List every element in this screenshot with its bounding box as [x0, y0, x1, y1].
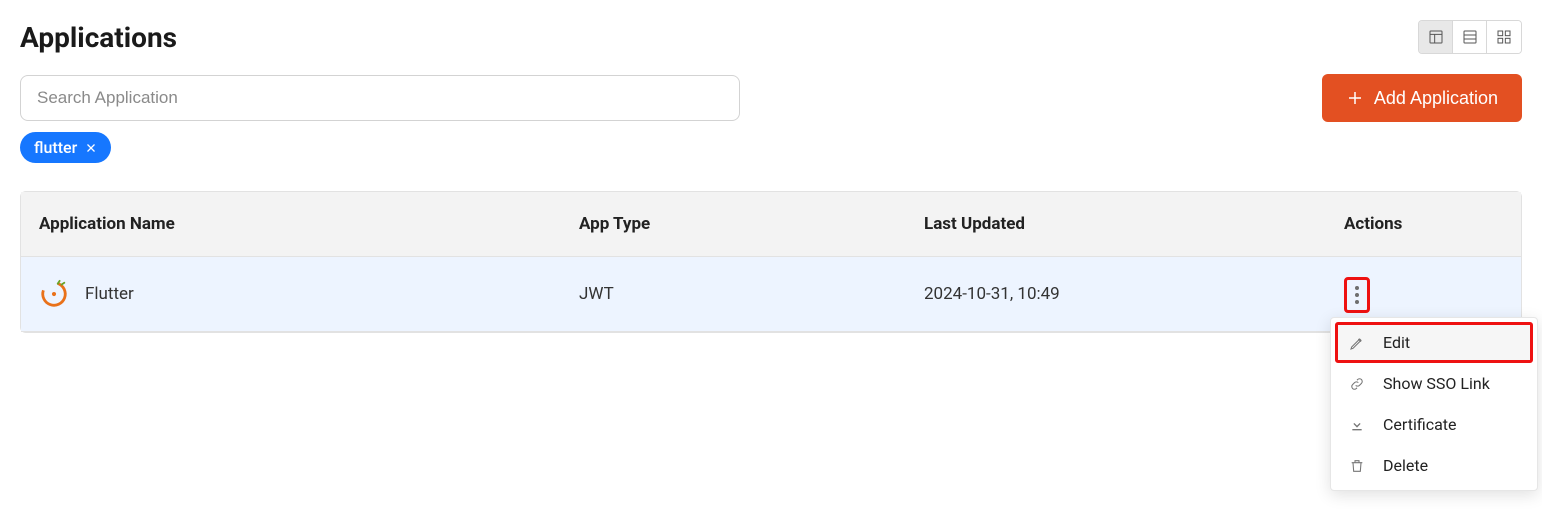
menu-item-certificate[interactable]: Certificate	[1335, 404, 1533, 445]
layout-column-icon	[1428, 29, 1444, 45]
view-grid-button[interactable]	[1487, 21, 1521, 53]
applications-table: Application Name App Type Last Updated A…	[20, 191, 1522, 333]
view-toggle-group	[1418, 20, 1522, 54]
link-icon	[1349, 376, 1365, 392]
trash-icon	[1349, 458, 1365, 474]
col-header-name: Application Name	[21, 192, 561, 257]
menu-item-label: Edit	[1383, 333, 1410, 352]
add-application-button[interactable]: Add Application	[1322, 74, 1522, 122]
plus-icon	[1346, 89, 1364, 107]
col-header-type: App Type	[561, 192, 906, 257]
filter-chip-label: flutter	[34, 138, 77, 157]
view-list-button[interactable]	[1453, 21, 1487, 53]
app-icon	[39, 279, 69, 309]
download-icon	[1349, 417, 1365, 433]
remove-chip-button[interactable]	[85, 142, 97, 154]
filter-chip: flutter	[20, 132, 111, 163]
pencil-icon	[1349, 335, 1365, 351]
menu-item-label: Certificate	[1383, 415, 1457, 434]
menu-item-label: Show SSO Link	[1383, 374, 1490, 393]
filter-chips: flutter	[20, 132, 1522, 163]
view-column-button[interactable]	[1419, 21, 1453, 53]
layout-grid-icon	[1496, 29, 1512, 45]
close-icon	[85, 142, 97, 154]
page-title: Applications	[20, 21, 177, 54]
app-updated: 2024-10-31, 10:49	[906, 257, 1326, 332]
menu-item-show-sso-link[interactable]: Show SSO Link	[1335, 363, 1533, 404]
col-header-actions: Actions	[1326, 192, 1521, 257]
col-header-updated: Last Updated	[906, 192, 1326, 257]
menu-item-delete[interactable]: Delete	[1335, 445, 1533, 486]
table-header-row: Application Name App Type Last Updated A…	[21, 192, 1521, 257]
app-type: JWT	[561, 257, 906, 332]
row-actions-menu: Edit Show SSO Link Certificate	[1330, 317, 1538, 491]
add-button-label: Add Application	[1374, 88, 1498, 109]
menu-item-label: Delete	[1383, 456, 1428, 475]
row-actions-button[interactable]	[1344, 277, 1370, 313]
search-input[interactable]	[20, 75, 740, 121]
app-name: Flutter	[85, 284, 134, 304]
menu-item-edit[interactable]: Edit	[1335, 322, 1533, 363]
kebab-icon	[1349, 284, 1365, 306]
table-row[interactable]: Flutter JWT 2024-10-31, 10:49	[21, 257, 1521, 332]
layout-list-icon	[1462, 29, 1478, 45]
